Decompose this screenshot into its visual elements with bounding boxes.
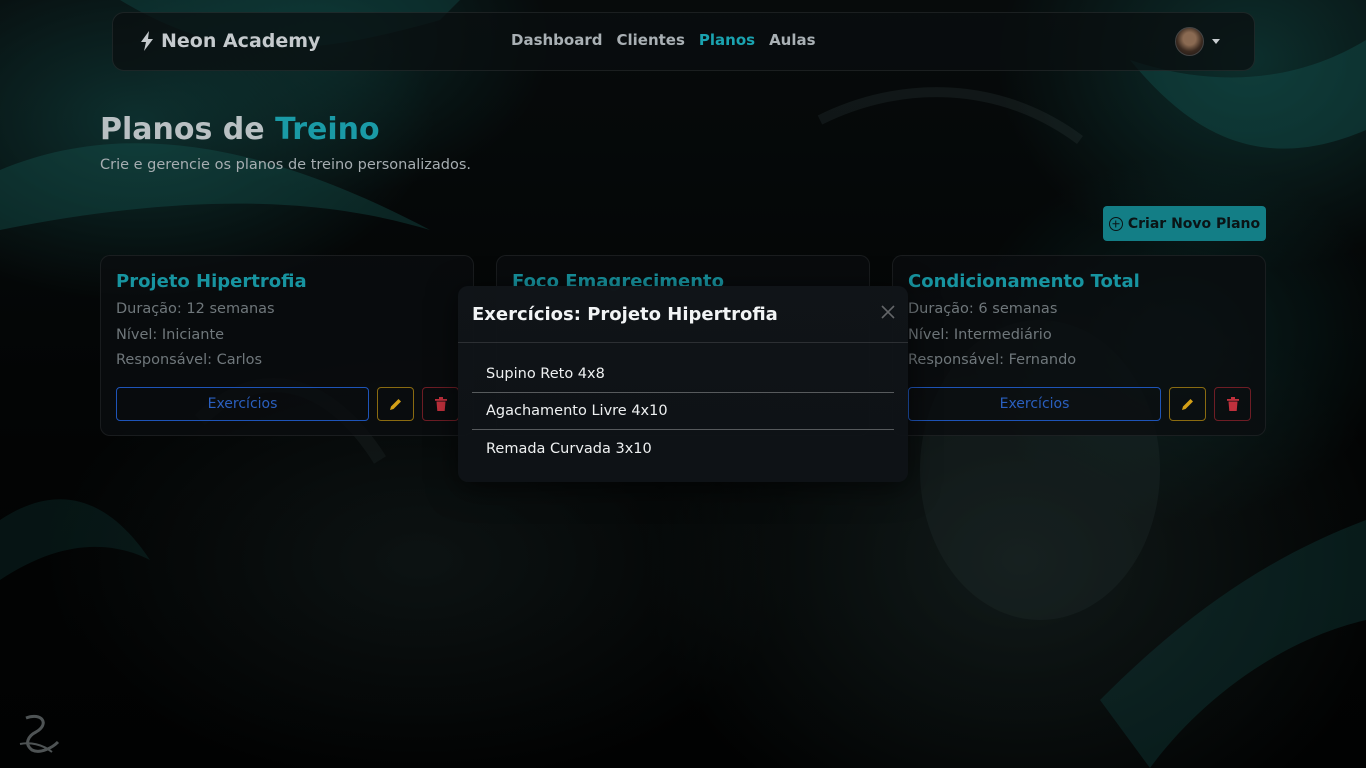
page-title-accent: Treino	[275, 112, 380, 147]
trash-icon	[434, 397, 447, 411]
pencil-icon	[1181, 399, 1193, 410]
list-item: Supino Reto 4x8	[472, 356, 894, 393]
plan-card: Projeto Hipertrofia Duração: 12 semanas …	[100, 255, 474, 436]
top-navbar: Neon Academy Dashboard Clientes Planos A…	[112, 12, 1255, 71]
brand-logo[interactable]: Neon Academy	[139, 30, 320, 52]
plan-level: Nível: Iniciante	[116, 327, 225, 343]
page-title: Planos de Treino	[100, 112, 380, 147]
plan-level: Nível: Intermediário	[908, 327, 1052, 343]
caret-down-icon	[1212, 39, 1220, 44]
brand-name: Neon Academy	[161, 30, 321, 52]
nav-links: Dashboard Clientes Planos Aulas	[511, 31, 816, 49]
trash-icon	[1226, 397, 1239, 411]
delete-button[interactable]	[1214, 387, 1251, 421]
exercises-button[interactable]: Exercícios	[908, 387, 1161, 421]
watermark-logo-icon	[19, 715, 60, 753]
nav-link-clientes[interactable]: Clientes	[616, 31, 684, 49]
plus-circle-icon	[1108, 216, 1123, 231]
pencil-icon	[389, 399, 401, 410]
delete-button[interactable]	[422, 387, 459, 421]
avatar[interactable]	[1175, 27, 1204, 56]
plan-duration: Duração: 6 semanas	[908, 301, 1058, 317]
close-icon[interactable]	[880, 304, 896, 320]
user-menu-toggle[interactable]	[1175, 27, 1220, 56]
edit-button[interactable]	[1169, 387, 1206, 421]
exercises-button[interactable]: Exercícios	[116, 387, 369, 421]
lightning-bolt-icon	[141, 31, 153, 51]
plan-owner: Responsável: Carlos	[116, 352, 263, 368]
edit-button[interactable]	[377, 387, 414, 421]
nav-link-planos[interactable]: Planos	[699, 31, 755, 49]
create-plan-button[interactable]: Criar Novo Plano	[1103, 206, 1266, 241]
plan-duration: Duração: 12 semanas	[116, 301, 275, 317]
plan-title: Condicionamento Total	[908, 271, 1140, 292]
plan-title: Projeto Hipertrofia	[116, 271, 307, 292]
create-plan-label: Criar Novo Plano	[1127, 215, 1261, 232]
plan-owner: Responsável: Fernando	[908, 352, 1077, 368]
page-title-main: Planos de	[100, 112, 265, 147]
list-item: Agachamento Livre 4x10	[472, 393, 894, 430]
exercises-modal: Exercícios: Projeto Hipertrofia Supino R…	[458, 286, 908, 482]
plan-card: Condicionamento Total Duração: 6 semanas…	[892, 255, 1266, 436]
list-item: Remada Curvada 3x10	[486, 440, 652, 457]
modal-divider	[458, 342, 908, 343]
nav-link-aulas[interactable]: Aulas	[769, 31, 815, 49]
page-subtitle: Crie e gerencie os planos de treino pers…	[100, 157, 472, 173]
nav-link-dashboard[interactable]: Dashboard	[511, 31, 602, 49]
exercise-list: Supino Reto 4x8 Agachamento Livre 4x10 R…	[472, 356, 894, 467]
modal-title: Exercícios: Projeto Hipertrofia	[472, 304, 778, 325]
